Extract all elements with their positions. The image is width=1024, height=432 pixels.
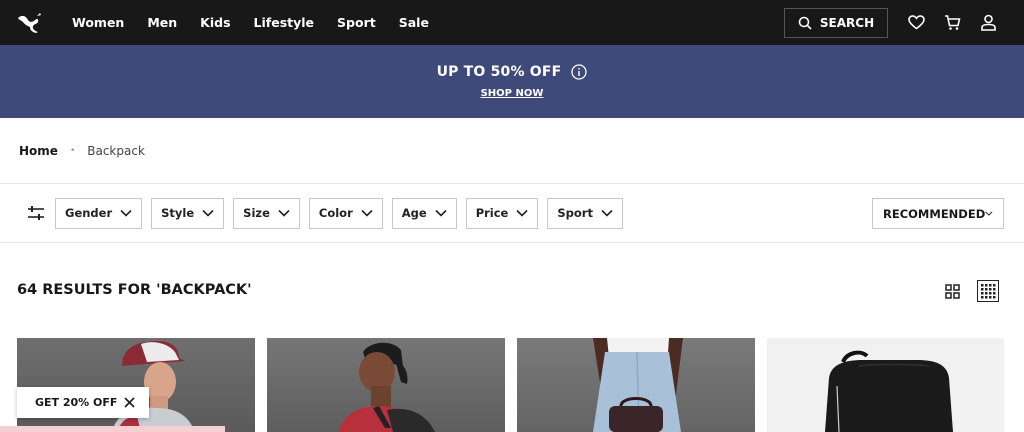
filter-color[interactable]: Color xyxy=(308,197,383,229)
chevron-down-icon xyxy=(601,209,613,217)
user-icon xyxy=(980,14,996,31)
nav-link-sale[interactable]: Sale xyxy=(399,15,429,30)
chevron-down-icon xyxy=(202,209,214,217)
filter-color-label: Color xyxy=(318,206,353,220)
filter-bar: Gender Style Size Color Age Price Sport … xyxy=(0,184,1024,243)
search-button[interactable]: SEARCH xyxy=(784,7,888,38)
top-navigation: Women Men Kids Lifestyle Sport Sale SEAR… xyxy=(0,0,1024,45)
nav-actions: SEARCH xyxy=(784,0,1024,45)
filter-settings-icon[interactable] xyxy=(27,204,45,222)
product-image xyxy=(593,338,683,432)
nav-link-women[interactable]: Women xyxy=(72,15,124,30)
nav-link-men[interactable]: Men xyxy=(147,15,177,30)
product-image xyxy=(825,350,953,432)
promo-banner: UP TO 50% OFF SHOP NOW xyxy=(0,45,1024,118)
view-toggles xyxy=(927,280,999,302)
chevron-down-icon xyxy=(985,211,993,216)
heart-icon xyxy=(907,15,925,30)
product-card-3[interactable] xyxy=(517,338,755,432)
cart-icon xyxy=(944,14,961,30)
chevron-down-icon xyxy=(361,209,373,217)
filter-age-label: Age xyxy=(401,206,427,220)
cookie-notice-strip xyxy=(0,426,225,432)
results-header: 64 RESULTS FOR 'BACKPACK' xyxy=(0,243,1024,337)
filter-sport-label: Sport xyxy=(557,206,593,220)
grid-small-view-button[interactable] xyxy=(977,280,999,302)
grid-2x2-icon xyxy=(944,283,960,299)
chevron-down-icon xyxy=(278,209,290,217)
filter-style-label: Style xyxy=(161,206,195,220)
main-menu: Women Men Kids Lifestyle Sport Sale xyxy=(72,15,452,30)
filter-price-label: Price xyxy=(475,206,509,220)
filter-age[interactable]: Age xyxy=(391,197,457,229)
filter-sport[interactable]: Sport xyxy=(547,197,623,229)
puma-logo[interactable] xyxy=(16,11,46,35)
product-image xyxy=(339,342,435,432)
results-count-title: 64 RESULTS FOR 'BACKPACK' xyxy=(17,282,252,298)
close-icon[interactable] xyxy=(123,396,135,408)
grid-large-view-button[interactable] xyxy=(941,280,963,302)
coupon-popup[interactable]: GET 20% OFF xyxy=(17,387,149,418)
filter-gender-label: Gender xyxy=(65,206,113,220)
grid-4x4-icon xyxy=(981,284,996,299)
shop-now-link[interactable]: SHOP NOW xyxy=(481,88,544,99)
breadcrumb-home[interactable]: Home xyxy=(19,144,58,158)
filter-style[interactable]: Style xyxy=(151,197,225,229)
product-card-2[interactable] xyxy=(267,338,505,432)
cart-button[interactable] xyxy=(942,13,962,33)
sort-dropdown[interactable]: RECOMMENDED xyxy=(872,198,1004,229)
filter-price[interactable]: Price xyxy=(465,197,539,229)
promo-title: UP TO 50% OFF xyxy=(436,64,562,80)
nav-link-kids[interactable]: Kids xyxy=(200,15,230,30)
wishlist-button[interactable] xyxy=(906,13,926,33)
chevron-down-icon xyxy=(516,209,528,217)
product-card-4[interactable] xyxy=(767,338,1004,432)
chevron-down-icon xyxy=(120,209,132,217)
filter-gender[interactable]: Gender xyxy=(55,197,143,229)
search-icon xyxy=(798,16,812,30)
coupon-label: GET 20% OFF xyxy=(35,396,118,409)
nav-link-sport[interactable]: Sport xyxy=(337,15,376,30)
breadcrumb: Home • Backpack xyxy=(0,118,1024,184)
account-button[interactable] xyxy=(978,13,998,33)
info-icon[interactable] xyxy=(571,64,588,80)
filter-size[interactable]: Size xyxy=(233,197,300,229)
filter-size-label: Size xyxy=(243,206,270,220)
promo-headline-row: UP TO 50% OFF xyxy=(437,64,588,80)
chevron-down-icon xyxy=(435,209,447,217)
breadcrumb-current: Backpack xyxy=(87,143,145,158)
sort-label: RECOMMENDED xyxy=(883,206,986,221)
product-grid xyxy=(17,338,1016,432)
search-label: SEARCH xyxy=(819,15,875,30)
breadcrumb-separator: • xyxy=(69,145,76,156)
nav-link-lifestyle[interactable]: Lifestyle xyxy=(254,15,315,30)
